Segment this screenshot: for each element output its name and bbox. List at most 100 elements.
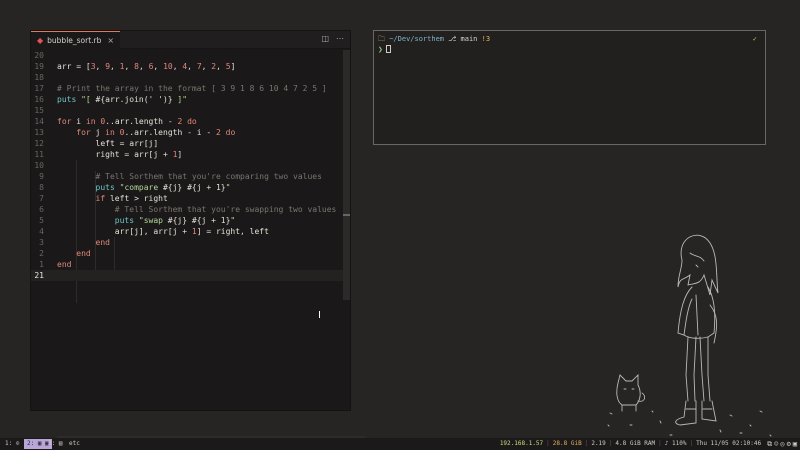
success-check-icon: ✓ <box>752 35 757 43</box>
code-line[interactable]: 18 <box>31 72 345 83</box>
code-text: right = arr[j + 1] <box>57 150 183 159</box>
code-line[interactable]: 5 puts "swap #{j} #{j + 1}" <box>31 215 345 226</box>
code-text-area[interactable]: 20 19 arr = [3, 9, 1, 8, 6, 10, 4, 7, 2, 5… <box>31 50 351 412</box>
code-line[interactable]: 17 # Print the array in the format [ 3 9 … <box>31 83 345 94</box>
line-number: 11 <box>34 150 44 159</box>
code-line[interactable]: 9 # Tell Sorthem that you're comparing t… <box>31 171 345 182</box>
editor-actions: ◫ ⋯ <box>321 34 344 43</box>
code-text: left = arr[j] <box>57 139 159 148</box>
terminal-input-line[interactable]: ❯ <box>378 45 391 54</box>
git-branch: main <box>460 35 478 43</box>
code-line[interactable]: 13 for j in 0..arr.length - i - 2 do <box>31 127 345 138</box>
tray-settings-icon[interactable]: ⚙ <box>787 438 791 450</box>
terminal-window[interactable]: 🗀 ~/Dev/sorthem ⎇ main !3 ✓ ❯ <box>373 30 766 145</box>
line-number: 10 <box>34 161 44 170</box>
workspace-etc[interactable]: etc <box>66 439 83 449</box>
workspace-1[interactable]: 1: ⊙ <box>2 439 22 449</box>
code-line[interactable]: 7 if left > right <box>31 193 345 204</box>
close-tab-icon[interactable]: × <box>107 36 114 45</box>
code-line[interactable]: 10 <box>31 160 345 171</box>
line-number: 6 <box>39 205 44 214</box>
scrollbar-cursor-marker <box>343 214 350 216</box>
volume-level[interactable]: ♪ 110% <box>662 438 690 450</box>
code-text: end <box>95 238 110 247</box>
code-text: arr = [3, 9, 1, 8, 6, 10, 4, 7, 2, 5] <box>57 62 236 71</box>
code-editor-window[interactable]: ◆ bubble_sort.rb × ◫ ⋯ 20 19 arr = [3, 9, … <box>30 30 365 441</box>
system-status-bar: 1: ⊙ 2: ▣ ▣ 3: ▤ etc 192.168.1.57 | 28.8… <box>0 438 800 450</box>
split-editor-icon[interactable]: ◫ <box>321 34 329 43</box>
line-number: 20 <box>34 51 44 60</box>
line-number: 21 <box>34 271 44 280</box>
code-text: for i in 0..arr.length - 2 do <box>57 117 197 126</box>
tab-label: bubble_sort.rb <box>47 35 102 45</box>
tray-network-icon[interactable]: ◎ <box>780 438 784 450</box>
code-line[interactable]: 15 <box>31 105 345 116</box>
code-line[interactable]: 11 right = arr[j + 1] <box>31 149 345 160</box>
terminal-path: ~/Dev/sorthem <box>389 35 445 43</box>
date-time: Thu 11/05 02:10:46 <box>696 440 762 447</box>
code-line[interactable]: 20 <box>31 50 345 61</box>
tab-bubble-sort[interactable]: ◆ bubble_sort.rb × <box>31 30 121 49</box>
system-tray: ⧉ ☺ ◎ ⚙ ▣ <box>764 438 800 450</box>
git-branch-icon: ⎇ <box>448 35 457 43</box>
code-line[interactable]: 4 arr[j], arr[j + 1] = right, left <box>31 226 345 237</box>
disk-free: 28.8 GiB <box>552 440 582 447</box>
prompt-chevron-icon: ❯ <box>378 45 383 54</box>
line-number: 9 <box>39 172 44 181</box>
code-line[interactable]: 19 arr = [3, 9, 1, 8, 6, 10, 4, 7, 2, 5] <box>31 61 345 72</box>
terminal-cursor <box>385 45 391 53</box>
line-number: 7 <box>39 194 44 203</box>
line-number: 18 <box>34 73 44 82</box>
wallpaper-sketch-character <box>607 234 772 437</box>
line-number: 16 <box>34 95 44 104</box>
vertical-scrollbar[interactable] <box>343 50 350 300</box>
line-number: 4 <box>39 227 44 236</box>
code-line[interactable]: 6 # Tell Sorthem that you're swapping tw… <box>31 204 345 215</box>
tray-app-icon[interactable]: ▣ <box>793 438 797 450</box>
line-number: 13 <box>34 128 44 137</box>
mouse-ibeam-cursor-icon: I <box>318 310 321 321</box>
ip-address: 192.168.1.57 <box>499 440 544 447</box>
line-number: 19 <box>34 62 44 71</box>
code-text: puts "compare #{j} #{j + 1}" <box>95 183 231 192</box>
code-line[interactable]: 16 puts "[ #{arr.join(' ')} ]" <box>31 94 345 105</box>
line-number: 8 <box>39 183 44 192</box>
code-line[interactable]: 3 end <box>31 237 345 248</box>
git-status: !3 <box>481 35 491 43</box>
editor-tab-bar: ◆ bubble_sort.rb × ◫ ⋯ <box>31 30 350 49</box>
ruby-file-icon: ◆ <box>37 35 44 45</box>
code-text: # Tell Sorthem that you're swapping two … <box>114 205 337 214</box>
code-line[interactable]: 14 for i in 0..arr.length - 2 do <box>31 116 345 127</box>
code-text: arr[j], arr[j + 1] = right, left <box>57 227 269 236</box>
code-text: for j in 0..arr.length - i - 2 do <box>76 128 236 137</box>
terminal-prompt-header: 🗀 ~/Dev/sorthem ⎇ main !3 <box>378 35 490 46</box>
folder-icon: 🗀 <box>378 35 385 43</box>
line-number: 14 <box>34 117 44 126</box>
code-line[interactable]: 1 end <box>31 259 345 270</box>
line-number: 12 <box>34 139 44 148</box>
tray-window-icon[interactable]: ⧉ <box>767 438 772 450</box>
code-text: if left > right <box>95 194 168 203</box>
line-number: 15 <box>34 106 44 115</box>
ram-usage: 4.8 GiB RAM <box>615 440 656 447</box>
code-text: end <box>57 260 72 269</box>
code-line[interactable]: 12 left = arr[j] <box>31 138 345 149</box>
code-text: # Tell Sorthem that you're comparing two… <box>95 172 322 181</box>
code-line[interactable]: 21 <box>31 270 345 281</box>
line-number: 1 <box>39 260 44 269</box>
status-bar-right: 192.168.1.57 | 28.8 GiB | 2.19 | 4.8 GiB… <box>497 438 800 450</box>
line-number: 2 <box>39 249 44 258</box>
code-text: puts "[ #{arr.join(' ')} ]" <box>57 95 188 104</box>
line-number: 3 <box>39 238 44 247</box>
code-line[interactable]: 8 puts "compare #{j} #{j + 1}" <box>31 182 345 193</box>
line-number: 17 <box>34 84 44 93</box>
workspace-3[interactable]: 3: ▤ <box>45 439 65 449</box>
cpu-load: 2.19 <box>591 440 606 447</box>
line-number: 5 <box>39 216 44 225</box>
code-text: puts "swap #{j} #{j + 1}" <box>114 216 236 225</box>
code-text: end <box>76 249 91 258</box>
more-actions-icon[interactable]: ⋯ <box>336 34 344 43</box>
tray-face-icon[interactable]: ☺ <box>774 438 778 450</box>
code-line[interactable]: 2 end <box>31 248 345 259</box>
code-text: # Print the array in the format [ 3 9 1 … <box>57 84 327 93</box>
